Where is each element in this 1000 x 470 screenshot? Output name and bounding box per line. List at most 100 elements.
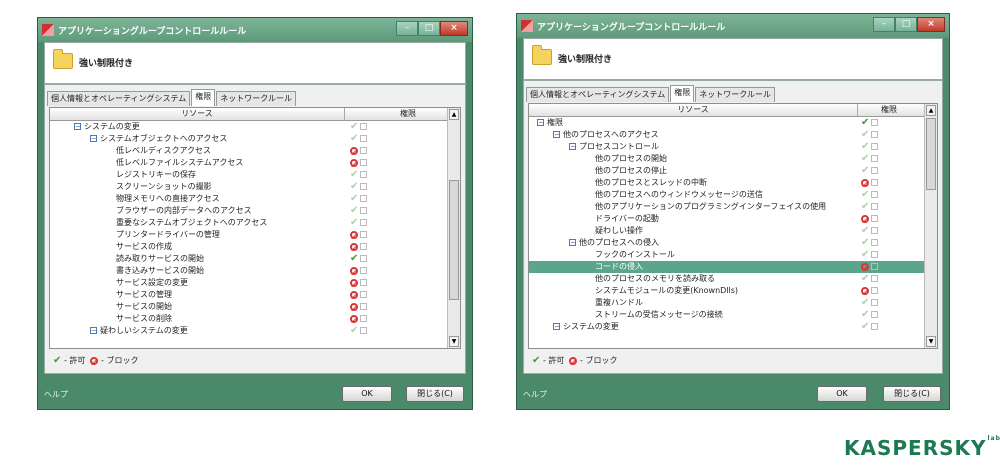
permission-cell[interactable]: ✔: [861, 297, 891, 309]
tree-row[interactable]: システムモジュールの変更(KnownDlls): [529, 285, 925, 297]
permission-cell[interactable]: ✔: [861, 237, 891, 249]
maximize-button[interactable]: □: [895, 17, 917, 32]
scroll-down-arrow-icon[interactable]: ▼: [449, 336, 459, 347]
permission-cell[interactable]: ✔: [350, 181, 380, 193]
close-window-button[interactable]: ×: [917, 17, 945, 32]
collapse-toggle-icon[interactable]: −: [569, 239, 577, 247]
permission-cell[interactable]: [350, 313, 380, 325]
scroll-thumb[interactable]: [926, 118, 936, 190]
scroll-up-arrow-icon[interactable]: ▲: [926, 105, 936, 116]
tree-row[interactable]: 他のプロセスとスレッドの中断: [529, 177, 925, 189]
permission-cell[interactable]: ✔: [350, 253, 380, 265]
permission-cell[interactable]: [861, 285, 891, 297]
close-window-button[interactable]: ×: [440, 21, 468, 36]
permission-cell[interactable]: ✔: [350, 193, 380, 205]
collapse-toggle-icon[interactable]: −: [90, 327, 98, 335]
permission-cell[interactable]: ✔: [861, 153, 891, 165]
tree-row[interactable]: サービスの削除: [50, 313, 448, 325]
tab-personal-data[interactable]: 個人情報とオペレーティングシステム: [526, 87, 670, 102]
minimize-button[interactable]: –: [873, 17, 895, 32]
help-link[interactable]: ヘルプ: [44, 389, 68, 400]
collapse-toggle-icon[interactable]: −: [90, 135, 98, 143]
collapse-toggle-icon[interactable]: −: [553, 323, 561, 331]
tab-personal-data[interactable]: 個人情報とオペレーティングシステム: [47, 91, 191, 106]
tree-row[interactable]: − 疑わしいシステムの変更 ✔: [50, 325, 448, 337]
tree-row-selected[interactable]: コードの侵入: [529, 261, 925, 273]
column-resource[interactable]: リソース: [529, 104, 858, 116]
tree-row[interactable]: プリンタードライバーの管理: [50, 229, 448, 241]
tree-row[interactable]: ストリームの受信メッセージの接続 ✔: [529, 309, 925, 321]
permission-cell[interactable]: [350, 301, 380, 313]
tree-row[interactable]: ブラウザーの内部データへのアクセス ✔: [50, 205, 448, 217]
permission-cell[interactable]: [350, 277, 380, 289]
tree-row[interactable]: 読み取りサービスの開始 ✔: [50, 253, 448, 265]
permission-cell[interactable]: [861, 261, 891, 273]
tree-row[interactable]: − システムの変更 ✔: [529, 321, 925, 333]
tab-network-rules[interactable]: ネットワークルール: [695, 87, 776, 102]
tree-row[interactable]: − 他のプロセスへの侵入 ✔: [529, 237, 925, 249]
maximize-button[interactable]: □: [418, 21, 440, 36]
permission-cell[interactable]: ✔: [861, 249, 891, 261]
column-permission[interactable]: 権限: [853, 104, 925, 116]
tree-row[interactable]: サービス設定の変更: [50, 277, 448, 289]
title-bar[interactable]: アプリケーショングループコントロールルール – □ ×: [517, 14, 949, 38]
tab-permissions[interactable]: 権限: [191, 89, 216, 106]
permission-cell[interactable]: ✔: [350, 217, 380, 229]
ok-button[interactable]: OK: [342, 386, 392, 402]
tree-row[interactable]: 他のプロセスのメモリを読み取る ✔: [529, 273, 925, 285]
permission-cell[interactable]: [350, 241, 380, 253]
tree-row[interactable]: サービスの作成: [50, 241, 448, 253]
tree-row[interactable]: スクリーンショットの撮影 ✔: [50, 181, 448, 193]
permission-cell[interactable]: [350, 289, 380, 301]
vertical-scrollbar[interactable]: ▲ ▼: [924, 104, 937, 348]
permission-cell[interactable]: ✔: [861, 141, 891, 153]
permission-cell[interactable]: [350, 265, 380, 277]
permission-cell[interactable]: ✔: [861, 201, 891, 213]
permission-cell[interactable]: ✔: [861, 117, 891, 129]
permission-cell[interactable]: [350, 145, 380, 157]
scroll-up-arrow-icon[interactable]: ▲: [449, 109, 459, 120]
permission-cell[interactable]: ✔: [861, 309, 891, 321]
tree-row[interactable]: 他のアプリケーションのプログラミングインターフェイスの使用 ✔: [529, 201, 925, 213]
collapse-toggle-icon[interactable]: −: [553, 131, 561, 139]
permission-cell[interactable]: ✔: [861, 189, 891, 201]
tree-row[interactable]: 他のプロセスの停止 ✔: [529, 165, 925, 177]
permission-cell[interactable]: ✔: [350, 121, 380, 133]
tree-row[interactable]: 低レベルファイルシステムアクセス: [50, 157, 448, 169]
permission-cell[interactable]: ✔: [861, 129, 891, 141]
close-button[interactable]: 閉じる(C): [406, 386, 464, 402]
tab-permissions[interactable]: 権限: [670, 85, 695, 102]
title-bar[interactable]: アプリケーショングループコントロールルール – □ ×: [38, 18, 472, 42]
column-resource[interactable]: リソース: [50, 108, 345, 120]
help-link[interactable]: ヘルプ: [523, 389, 547, 400]
permission-cell[interactable]: ✔: [350, 325, 380, 337]
tree-row[interactable]: 重要なシステムオブジェクトへのアクセス ✔: [50, 217, 448, 229]
tree-row[interactable]: − プロセスコントロール ✔: [529, 141, 925, 153]
permission-cell[interactable]: ✔: [861, 321, 891, 333]
tree-row[interactable]: 他のプロセスへのウィンドウメッセージの送信 ✔: [529, 189, 925, 201]
tree-row[interactable]: 低レベルディスクアクセス: [50, 145, 448, 157]
tree-row[interactable]: フックのインストール ✔: [529, 249, 925, 261]
tab-network-rules[interactable]: ネットワークルール: [216, 91, 297, 106]
tree-row[interactable]: 重複ハンドル ✔: [529, 297, 925, 309]
tree-row[interactable]: ドライバーの起動: [529, 213, 925, 225]
tree-row[interactable]: − システムオブジェクトへのアクセス ✔: [50, 133, 448, 145]
permission-cell[interactable]: ✔: [350, 169, 380, 181]
permission-cell[interactable]: ✔: [861, 165, 891, 177]
tree-row[interactable]: レジストリキーの保存 ✔: [50, 169, 448, 181]
tree-row[interactable]: 他のプロセスの開始 ✔: [529, 153, 925, 165]
permission-cell[interactable]: [350, 157, 380, 169]
tree-row[interactable]: サービスの開始: [50, 301, 448, 313]
tree-row[interactable]: サービスの管理: [50, 289, 448, 301]
permission-cell[interactable]: [861, 177, 891, 189]
permission-cell[interactable]: ✔: [350, 205, 380, 217]
ok-button[interactable]: OK: [817, 386, 867, 402]
minimize-button[interactable]: –: [396, 21, 418, 36]
collapse-toggle-icon[interactable]: −: [537, 119, 545, 127]
permission-cell[interactable]: [861, 213, 891, 225]
tree-row[interactable]: − システムの変更 ✔: [50, 121, 448, 133]
permission-cell[interactable]: ✔: [350, 133, 380, 145]
tree-row[interactable]: 書き込みサービスの開始: [50, 265, 448, 277]
scroll-thumb[interactable]: [449, 180, 459, 300]
close-button[interactable]: 閉じる(C): [883, 386, 941, 402]
